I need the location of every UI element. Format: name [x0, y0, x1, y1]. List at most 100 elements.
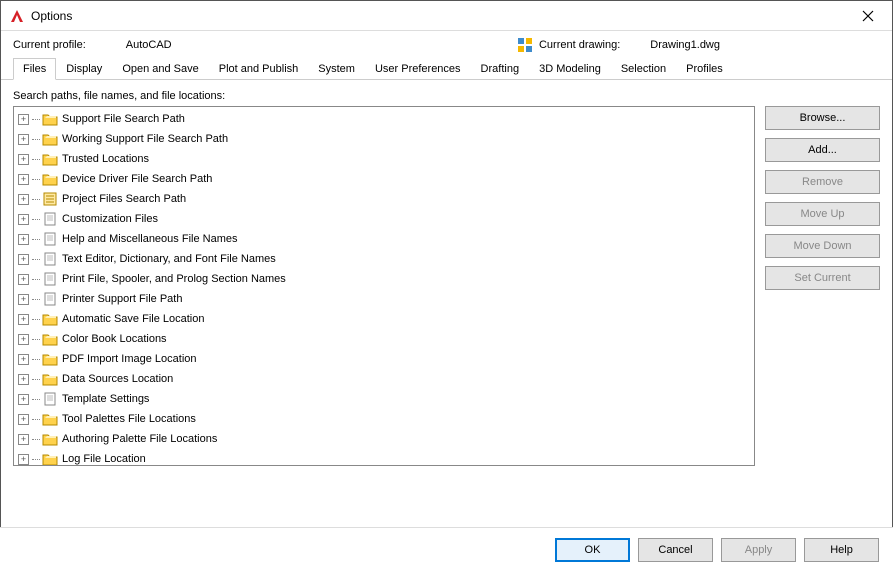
- cancel-button[interactable]: Cancel: [638, 538, 713, 562]
- folder-icon: [42, 112, 58, 126]
- tree-item-label: Support File Search Path: [62, 113, 185, 125]
- tree-item[interactable]: + Authoring Palette File Locations: [14, 429, 754, 449]
- ok-button[interactable]: OK: [555, 538, 630, 562]
- set-current-button[interactable]: Set Current: [765, 266, 880, 290]
- folder-icon: [42, 332, 58, 346]
- tabs: FilesDisplayOpen and SavePlot and Publis…: [1, 57, 892, 80]
- tree-item[interactable]: +Customization Files: [14, 209, 754, 229]
- folder-icon: [42, 452, 58, 466]
- tree-item[interactable]: + Color Book Locations: [14, 329, 754, 349]
- folder-icon: [42, 432, 58, 446]
- tab-drafting[interactable]: Drafting: [471, 58, 530, 80]
- tab-profiles[interactable]: Profiles: [676, 58, 733, 80]
- folder-icon: [42, 152, 58, 166]
- tree-item-label: Template Settings: [62, 393, 149, 405]
- tree-item[interactable]: + Support File Search Path: [14, 109, 754, 129]
- tree-item-label: Tool Palettes File Locations: [62, 413, 196, 425]
- tab-selection[interactable]: Selection: [611, 58, 676, 80]
- tree-item-label: Automatic Save File Location: [62, 313, 204, 325]
- file-icon: [42, 292, 58, 306]
- tree-item-label: Text Editor, Dictionary, and Font File N…: [62, 253, 276, 265]
- file-icon: [42, 212, 58, 226]
- tree-item[interactable]: + Template Settings: [14, 389, 754, 409]
- titlebar: Options: [1, 1, 892, 31]
- browse-button[interactable]: Browse...: [765, 106, 880, 130]
- expand-icon[interactable]: +: [18, 294, 29, 305]
- tree-item[interactable]: + Help and Miscellaneous File Names: [14, 229, 754, 249]
- tree-item[interactable]: + Log File Location: [14, 449, 754, 466]
- expand-icon[interactable]: +: [18, 454, 29, 465]
- side-buttons: Browse... Add... Remove Move Up Move Down Set…: [765, 106, 880, 466]
- folder-icon: [42, 412, 58, 426]
- expand-icon[interactable]: +: [18, 134, 29, 145]
- tab-3d-modeling[interactable]: 3D Modeling: [529, 58, 611, 80]
- tree-container[interactable]: + Support File Search Path + Working Suppor…: [13, 106, 755, 466]
- tree-item[interactable]: + Automatic Save File Location: [14, 309, 754, 329]
- tree-item[interactable]: +Data Sources Location: [14, 369, 754, 389]
- tree-item[interactable]: + Working Support File Search Path: [14, 129, 754, 149]
- tab-display[interactable]: Display: [56, 58, 112, 80]
- project-icon: [42, 192, 58, 206]
- tab-system[interactable]: System: [308, 58, 365, 80]
- tree-item-label: Help and Miscellaneous File Names: [62, 233, 237, 245]
- tree-item[interactable]: + Project Files Search Path: [14, 189, 754, 209]
- tree-item[interactable]: + Printer Support File Path: [14, 289, 754, 309]
- move-down-button[interactable]: Move Down: [765, 234, 880, 258]
- expand-icon[interactable]: +: [18, 314, 29, 325]
- expand-icon[interactable]: +: [18, 214, 29, 225]
- expand-icon[interactable]: +: [18, 274, 29, 285]
- tab-plot-and-publish[interactable]: Plot and Publish: [209, 58, 309, 80]
- folder-icon: [42, 312, 58, 326]
- move-up-button[interactable]: Move Up: [765, 202, 880, 226]
- tree-item[interactable]: +Trusted Locations: [14, 149, 754, 169]
- add-button[interactable]: Add...: [765, 138, 880, 162]
- tree-item-label: PDF Import Image Location: [62, 353, 197, 365]
- section-label: Search paths, file names, and file locat…: [13, 90, 880, 102]
- expand-icon[interactable]: +: [18, 234, 29, 245]
- tree-item-label: Project Files Search Path: [62, 193, 186, 205]
- expand-icon[interactable]: +: [18, 154, 29, 165]
- tree-item[interactable]: + Print File, Spooler, and Prolog Section…: [14, 269, 754, 289]
- expand-icon[interactable]: +: [18, 414, 29, 425]
- tree-item-label: Log File Location: [62, 453, 146, 465]
- expand-icon[interactable]: +: [18, 194, 29, 205]
- expand-icon[interactable]: +: [18, 174, 29, 185]
- tree-item-label: Device Driver File Search Path: [62, 173, 212, 185]
- apply-button[interactable]: Apply: [721, 538, 796, 562]
- drawing-value: Drawing1.dwg: [650, 39, 720, 51]
- expand-icon[interactable]: +: [18, 394, 29, 405]
- expand-icon[interactable]: +: [18, 354, 29, 365]
- tab-content-files: Search paths, file names, and file locat…: [1, 80, 892, 476]
- expand-icon[interactable]: +: [18, 434, 29, 445]
- tree-item[interactable]: + PDF Import Image Location: [14, 349, 754, 369]
- expand-icon[interactable]: +: [18, 374, 29, 385]
- tab-files[interactable]: Files: [13, 58, 56, 80]
- drawing-label: Current drawing:: [539, 39, 620, 51]
- profile-value: AutoCAD: [126, 39, 172, 51]
- tab-open-and-save[interactable]: Open and Save: [112, 58, 208, 80]
- close-button[interactable]: [845, 1, 890, 30]
- drawing-icon: [517, 37, 533, 53]
- info-row: Current profile: AutoCAD Current drawing…: [1, 31, 892, 57]
- remove-button[interactable]: Remove: [765, 170, 880, 194]
- tree-item[interactable]: + Text Editor, Dictionary, and Font File …: [14, 249, 754, 269]
- folder-icon: [42, 372, 58, 386]
- expand-icon[interactable]: +: [18, 254, 29, 265]
- window-title: Options: [31, 9, 72, 23]
- tab-user-preferences[interactable]: User Preferences: [365, 58, 471, 80]
- file-icon: [42, 252, 58, 266]
- tree-item[interactable]: + Device Driver File Search Path: [14, 169, 754, 189]
- help-button[interactable]: Help: [804, 538, 879, 562]
- tree-item-label: Color Book Locations: [62, 333, 167, 345]
- tree-item-label: Working Support File Search Path: [62, 133, 228, 145]
- tree-item-label: Authoring Palette File Locations: [62, 433, 217, 445]
- tree-item[interactable]: + Tool Palettes File Locations: [14, 409, 754, 429]
- expand-icon[interactable]: +: [18, 334, 29, 345]
- tree-item-label: Print File, Spooler, and Prolog Section …: [62, 273, 286, 285]
- folder-icon: [42, 132, 58, 146]
- file-icon: [42, 232, 58, 246]
- bottom-bar: OK Cancel Apply Help: [0, 527, 893, 576]
- app-icon: [9, 8, 25, 24]
- expand-icon[interactable]: +: [18, 114, 29, 125]
- tree-item-label: Printer Support File Path: [62, 293, 182, 305]
